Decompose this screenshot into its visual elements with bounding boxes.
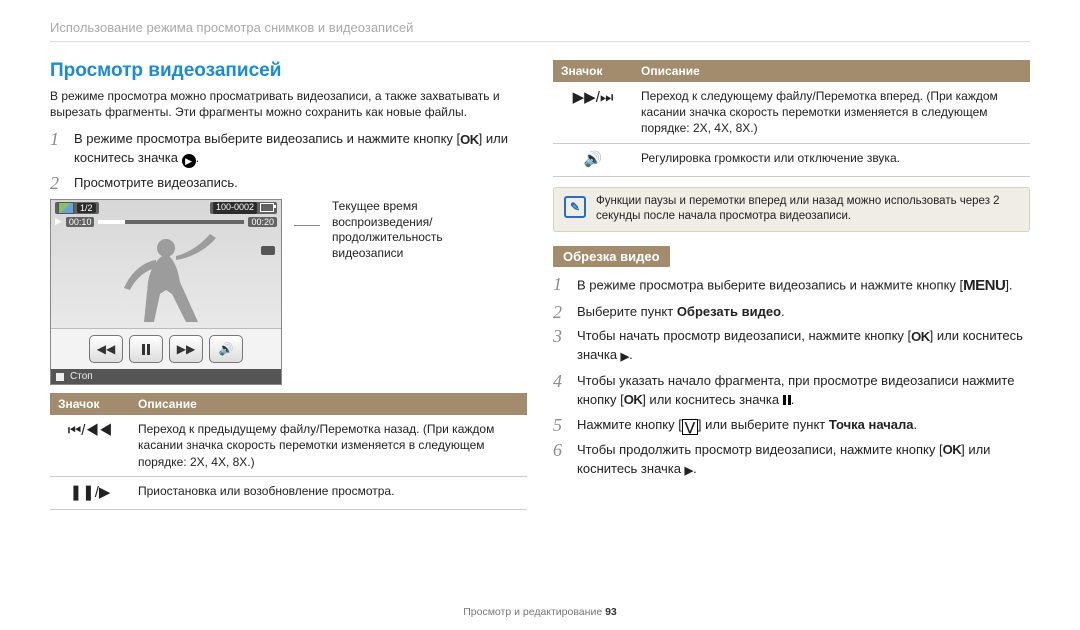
pause-play-icon: ❚❚/▶ (50, 476, 130, 509)
step-number: 2 (553, 303, 569, 322)
note-text: Функции паузы и перемотки вперед или наз… (596, 194, 1019, 225)
stop-icon (56, 373, 64, 381)
table-header-desc: Описание (633, 60, 1030, 82)
player-controls: ◀◀ ▶▶ 🔊 (51, 328, 281, 369)
forward-button[interactable]: ▶▶ (169, 335, 203, 363)
pause-play-desc: Приостановка или возобновление просмотра… (130, 476, 527, 509)
step-body: Чтобы начать просмотр видеозаписи, нажми… (577, 327, 1030, 366)
step-number: 1 (50, 130, 66, 168)
stop-label: Стоп (70, 371, 93, 382)
playback-steps: 1 В режиме просмотра выберите видеозапис… (50, 130, 527, 193)
step-number: 3 (553, 327, 569, 366)
dancer-silhouette (86, 232, 246, 328)
video-player-screenshot: 1/2 100-0002 ▶ 00:10 00:20 (50, 199, 282, 385)
play-icon: ▶ (182, 154, 196, 168)
player-callout-caption: Текущее время воспроизведения/продолжите… (332, 199, 512, 261)
next-forward-icon: ▶▶/⏭ (553, 82, 633, 143)
down-icon: ⋁ (682, 419, 698, 435)
intro-paragraph: В режиме просмотра можно просматривать в… (50, 88, 527, 120)
step-body: В режиме просмотра выберите видеозапись … (577, 275, 1030, 297)
manual-page: Использование режима просмотра снимков и… (0, 0, 1080, 630)
step-body: В режиме просмотра выберите видеозапись … (74, 130, 527, 168)
step-body: Чтобы продолжить просмотр видеозаписи, н… (577, 441, 1030, 480)
pause-icon (783, 395, 791, 405)
ok-icon: OK (911, 328, 930, 347)
table-header-icon: Значок (50, 393, 130, 415)
step-body: Просмотрите видеозапись. (74, 174, 527, 193)
image-counter: 1/2 (77, 203, 96, 213)
ok-icon: OK (624, 391, 643, 410)
menu-icon: MENU (963, 275, 1005, 297)
volume-icon: 🔊 (553, 143, 633, 176)
prev-rewind-icon: ⏮/◀◀ (50, 415, 130, 476)
left-column: Просмотр видеозаписей В режиме просмотра… (50, 60, 527, 520)
table-header-icon: Значок (553, 60, 633, 82)
step-body: Выберите пункт Обрезать видео. (577, 303, 1030, 322)
rewind-button[interactable]: ◀◀ (89, 335, 123, 363)
total-time: 00:20 (248, 217, 277, 227)
page-footer: Просмотр и редактирование 93 (0, 606, 1080, 618)
page-number: 93 (605, 606, 617, 618)
icon-description-table-left: Значок Описание ⏮/◀◀ Переход к предыдуще… (50, 393, 527, 510)
camera-icon (261, 246, 275, 255)
next-forward-desc: Переход к следующему файлу/Перемотка впе… (633, 82, 1030, 143)
progress-bar (98, 220, 244, 224)
battery-icon (260, 203, 274, 212)
step-body: Чтобы указать начало фрагмента, при прос… (577, 372, 1030, 410)
ok-icon: OK (943, 441, 962, 460)
table-header-desc: Описание (130, 393, 527, 415)
info-note: ✎ Функции паузы и перемотки вперед или н… (553, 187, 1030, 232)
step-number: 5 (553, 416, 569, 435)
trim-subheading: Обрезка видео (553, 246, 670, 267)
breadcrumb: Использование режима просмотра снимков и… (50, 20, 1030, 42)
step-number: 6 (553, 441, 569, 480)
step-number: 2 (50, 174, 66, 193)
file-label: 100-0002 (213, 202, 257, 214)
current-time: 00:10 (66, 217, 95, 227)
callout-line (294, 225, 320, 226)
prev-rewind-desc: Переход к предыдущему файлу/Перемотка на… (130, 415, 527, 476)
step-number: 1 (553, 275, 569, 297)
ok-icon: OK (460, 131, 479, 150)
note-icon: ✎ (564, 196, 586, 218)
pause-button[interactable] (129, 335, 163, 363)
footer-section: Просмотр и редактирование (463, 606, 605, 618)
volume-button[interactable]: 🔊 (209, 335, 243, 363)
play-indicator-icon: ▶ (55, 216, 62, 227)
volume-desc: Регулировка громкости или отключение зву… (633, 143, 1030, 176)
image-icon (58, 202, 74, 214)
play-icon: ▶ (685, 465, 693, 477)
play-icon: ▶ (621, 351, 629, 363)
right-column: Значок Описание ▶▶/⏭ Переход к следующем… (553, 60, 1030, 520)
player-stop-bar: Стоп (51, 369, 281, 384)
trim-steps: 1 В режиме просмотра выберите видеозапис… (553, 275, 1030, 480)
section-title: Просмотр видеозаписей (50, 60, 527, 82)
step-number: 4 (553, 372, 569, 410)
icon-description-table-right: Значок Описание ▶▶/⏭ Переход к следующем… (553, 60, 1030, 177)
step-body: Нажмите кнопку [⋁] или выберите пункт То… (577, 416, 1030, 435)
